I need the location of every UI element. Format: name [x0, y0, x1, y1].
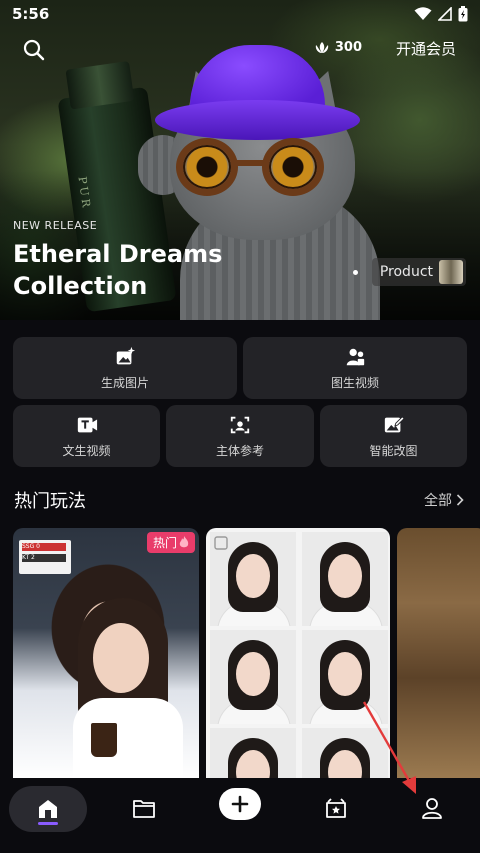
profile-icon — [422, 798, 442, 819]
nav-files[interactable] — [128, 792, 160, 824]
see-all-link[interactable]: 全部 — [424, 490, 464, 510]
hot-card[interactable]: SSG 0 KT 2 热门 — [13, 528, 199, 778]
status-time: 5:56 — [12, 5, 50, 23]
image-edit-icon — [384, 415, 405, 432]
feature-label: 图生视频 — [330, 375, 379, 390]
section-title: 热门玩法 — [14, 491, 86, 512]
text-video-icon — [77, 417, 97, 432]
hero-title: Etheral Dreams Collection — [13, 238, 222, 302]
bottle-label: PUR — [75, 175, 94, 211]
scoreboard: SSG 0 KT 2 — [19, 540, 71, 574]
feature-label: 智能改图 — [369, 443, 418, 458]
face-scan-icon — [230, 416, 250, 433]
feature-label: 文生视频 — [62, 443, 111, 458]
hot-card[interactable] — [206, 528, 390, 778]
carousel-dot — [352, 269, 358, 275]
feature-image-to-video[interactable]: 图生视频 — [243, 337, 467, 399]
status-icons — [414, 6, 468, 22]
see-all-label: 全部 — [424, 493, 452, 509]
status-bar: 5:56 — [0, 0, 480, 28]
battery-icon — [458, 6, 468, 22]
nav-profile[interactable] — [416, 792, 448, 824]
hot-badge-label: 热门 — [152, 536, 177, 550]
feature-generate-image[interactable]: 生成图片 — [13, 337, 237, 399]
nav-create-button[interactable] — [219, 788, 261, 820]
hero-label: NEW RELEASE — [13, 219, 98, 232]
hero-title-line2: Collection — [13, 272, 148, 300]
gallery-icon — [214, 536, 228, 550]
product-chip[interactable]: Product — [371, 258, 466, 286]
nav-active-indicator — [38, 822, 58, 825]
flame-icon — [179, 536, 189, 548]
star-box-icon — [326, 798, 346, 818]
plus-icon — [231, 795, 249, 813]
nav-favorites[interactable] — [320, 792, 352, 824]
search-button[interactable] — [22, 38, 46, 62]
hero-title-line1: Etheral Dreams — [13, 240, 223, 268]
vip-button[interactable]: 开通会员 — [396, 38, 456, 59]
product-label: Product — [379, 264, 433, 280]
hot-card[interactable] — [397, 528, 480, 778]
video-person-icon — [346, 348, 365, 365]
feature-subject-reference[interactable]: 主体参考 — [166, 405, 314, 467]
hot-badge: 热门 — [146, 532, 195, 553]
signal-icon — [438, 7, 452, 21]
home-icon — [39, 800, 57, 818]
bottom-nav — [0, 778, 480, 853]
feature-smart-edit[interactable]: 智能改图 — [320, 405, 467, 467]
search-icon — [23, 39, 45, 61]
hot-cards-row[interactable]: SSG 0 KT 2 热门 — [0, 528, 480, 778]
chevron-right-icon — [456, 494, 464, 506]
folder-icon — [133, 800, 155, 818]
image-sparkle-icon — [116, 346, 136, 364]
wifi-icon — [414, 7, 432, 20]
feature-label: 生成图片 — [100, 375, 149, 390]
nav-home[interactable] — [9, 786, 87, 832]
credits-value: 300 — [334, 40, 362, 55]
product-tag[interactable]: Product — [352, 258, 466, 286]
product-thumbnail — [439, 260, 463, 284]
credits-counter[interactable]: 300 — [314, 40, 362, 55]
lotus-icon — [315, 41, 329, 53]
feature-text-to-video[interactable]: 文生视频 — [13, 405, 160, 467]
feature-label: 主体参考 — [215, 443, 264, 458]
